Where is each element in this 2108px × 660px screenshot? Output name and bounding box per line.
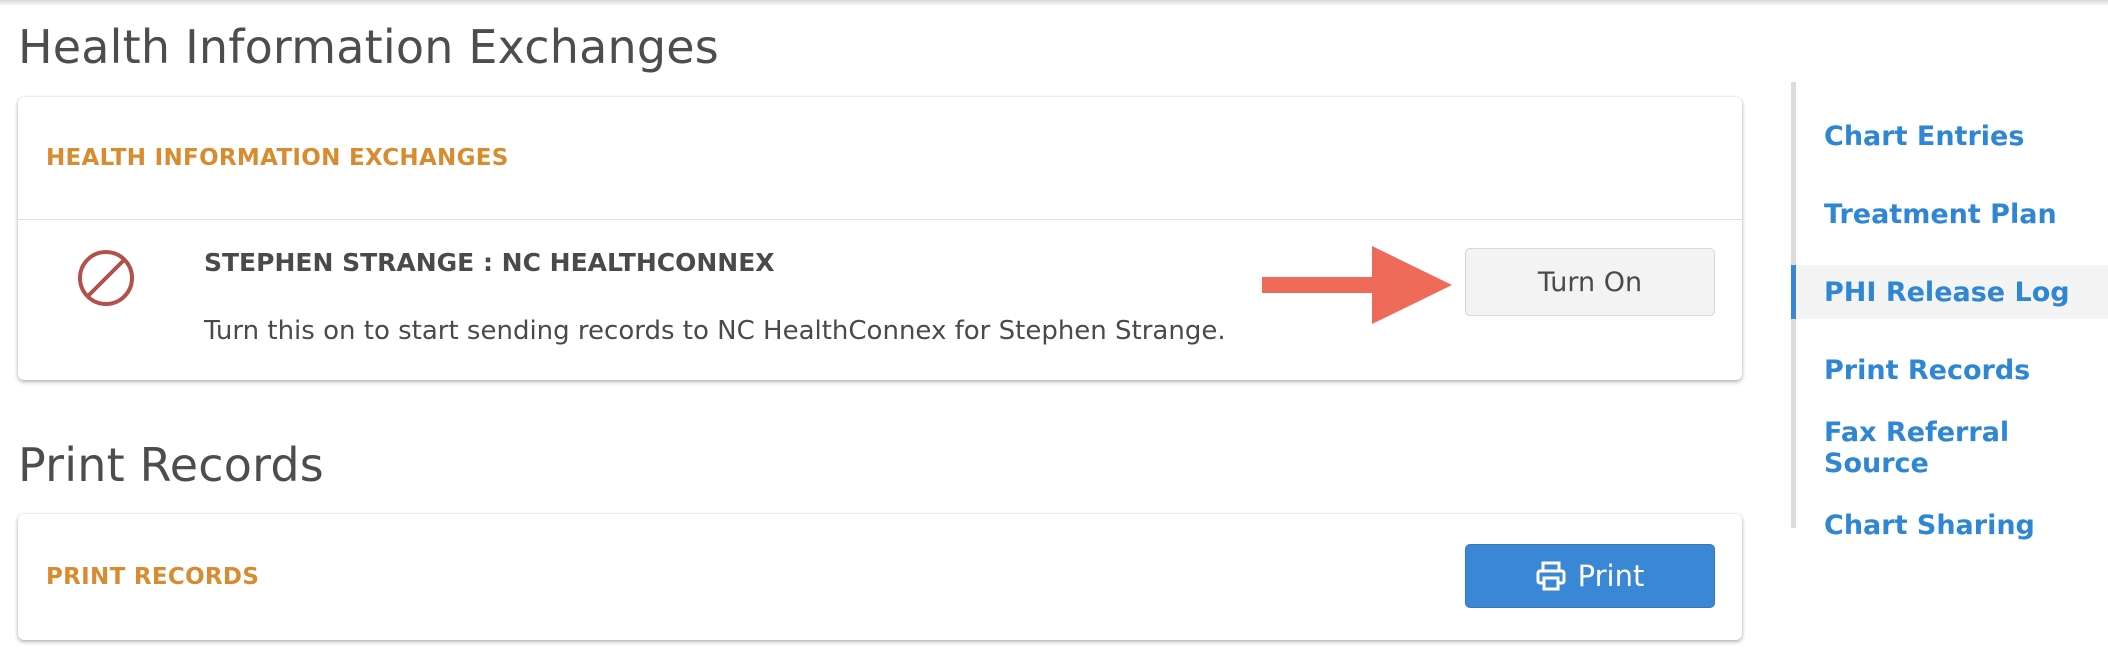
hie-entry-row: STEPHEN STRANGE : NC HEALTHCONNEX Turn t… bbox=[18, 220, 1742, 380]
print-card-label: PRINT RECORDS bbox=[46, 564, 260, 590]
side-nav: Chart Entries Treatment Plan PHI Release… bbox=[1791, 82, 2108, 541]
side-nav-item-chart-entries[interactable]: Chart Entries bbox=[1796, 109, 2108, 163]
turn-on-button[interactable]: Turn On bbox=[1465, 248, 1715, 316]
hie-card: HEALTH INFORMATION EXCHANGES STEPHEN STR… bbox=[18, 97, 1742, 380]
side-nav-item-phi-release-log[interactable]: PHI Release Log bbox=[1791, 265, 2108, 319]
hie-entry-description: Turn this on to start sending records to… bbox=[204, 316, 1226, 346]
side-nav-item-treatment-plan[interactable]: Treatment Plan bbox=[1796, 187, 2108, 241]
print-section-title: Print Records bbox=[18, 438, 324, 492]
print-card-body: PRINT RECORDS Print bbox=[18, 514, 1742, 640]
printer-icon bbox=[1536, 561, 1566, 591]
hie-card-header: HEALTH INFORMATION EXCHANGES bbox=[18, 97, 1742, 220]
side-nav-item-print-records[interactable]: Print Records bbox=[1796, 343, 2108, 397]
print-button[interactable]: Print bbox=[1465, 544, 1715, 608]
top-shadow bbox=[0, 0, 2108, 6]
hie-entry-name: STEPHEN STRANGE : NC HEALTHCONNEX bbox=[204, 248, 775, 277]
side-nav-item-chart-sharing[interactable]: Chart Sharing bbox=[1796, 498, 2108, 552]
hie-card-label: HEALTH INFORMATION EXCHANGES bbox=[46, 145, 509, 171]
print-button-label: Print bbox=[1577, 559, 1645, 593]
annotation-arrow-icon bbox=[1262, 246, 1452, 324]
blocked-icon bbox=[78, 250, 134, 306]
hie-section-title: Health Information Exchanges bbox=[18, 20, 719, 74]
print-card: PRINT RECORDS Print bbox=[18, 514, 1742, 640]
side-nav-item-fax-referral-source[interactable]: Fax Referral Source bbox=[1796, 417, 2108, 479]
